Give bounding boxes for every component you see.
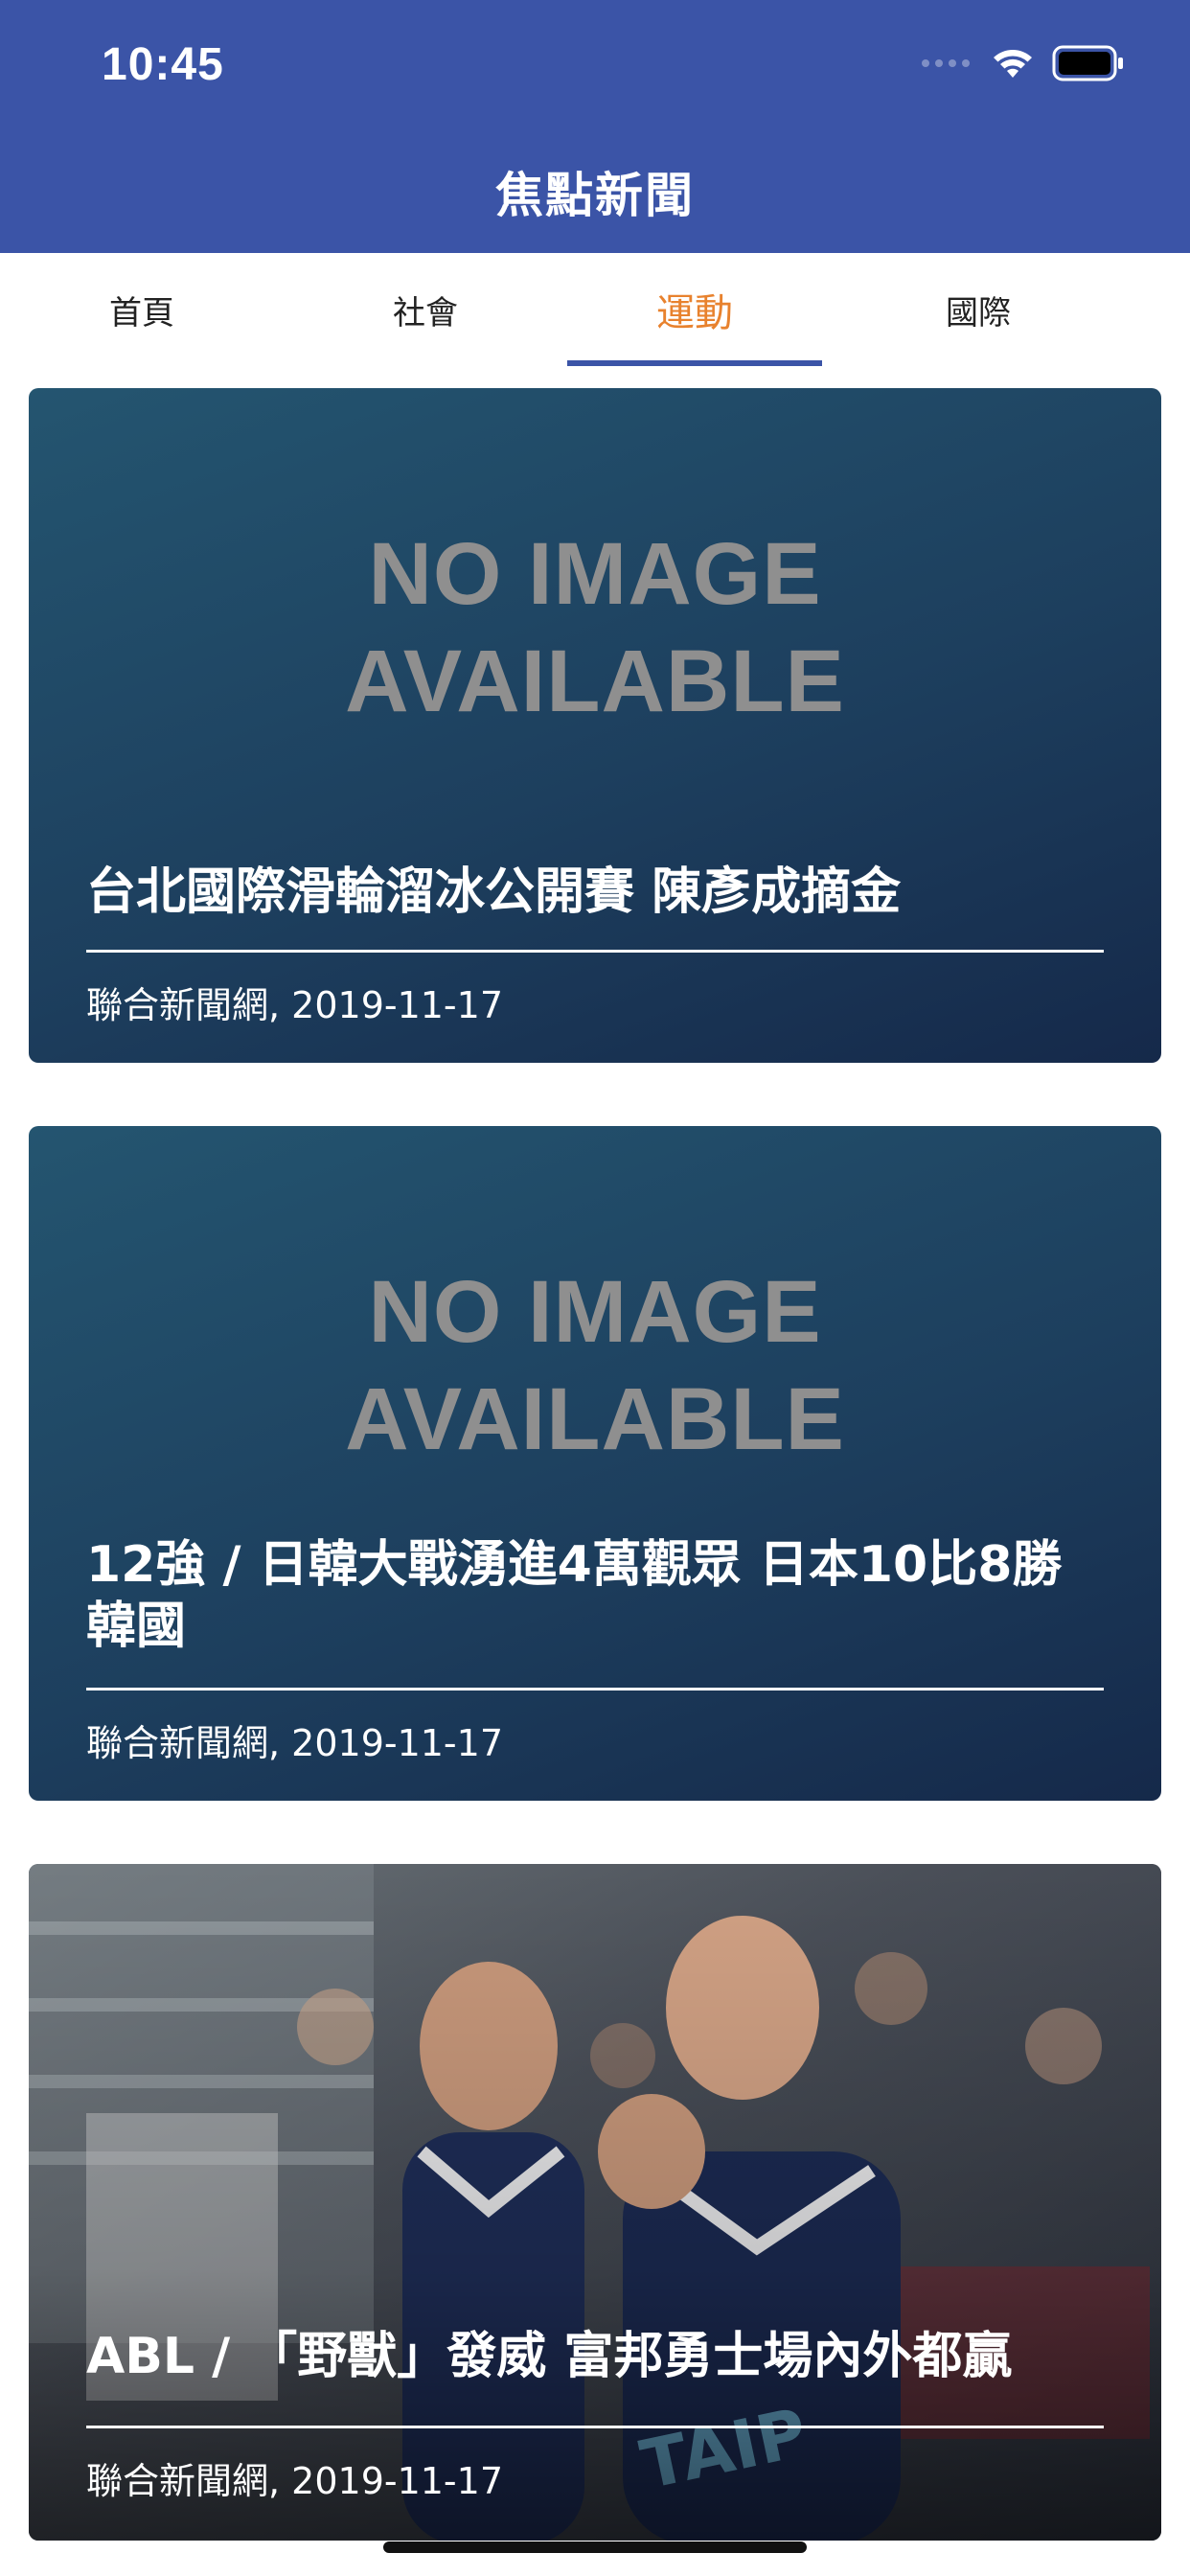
- placeholder-line: AVAILABLE: [345, 632, 845, 730]
- card-divider: [86, 1688, 1104, 1690]
- no-image-placeholder: NO IMAGE AVAILABLE: [29, 520, 1161, 735]
- tab-society[interactable]: 社會: [284, 253, 567, 366]
- home-indicator[interactable]: [383, 2542, 807, 2553]
- no-image-placeholder: NO IMAGE AVAILABLE: [29, 1258, 1161, 1473]
- placeholder-line: NO IMAGE: [368, 525, 822, 623]
- card-divider: [86, 2426, 1104, 2428]
- battery-icon: [1052, 45, 1123, 81]
- news-title: ABL / 「野獸」發威 富邦勇士場內外都贏: [86, 2328, 1013, 2385]
- news-card[interactable]: TAIP ABL / 「野獸」發威 富邦勇士場內外都贏 聯合新聞網, 2019-…: [29, 1864, 1161, 2541]
- navigation-bar: 10:45 焦點新聞: [0, 0, 1190, 253]
- news-title: 台北國際滑輪溜冰公開賽 陳彥成摘金: [86, 863, 902, 921]
- news-source-date: 聯合新聞網, 2019-11-17: [86, 2460, 503, 2502]
- news-card[interactable]: NO IMAGE AVAILABLE 台北國際滑輪溜冰公開賽 陳彥成摘金 聯合新…: [29, 388, 1161, 1063]
- status-icons: [922, 42, 1125, 84]
- cellular-signal-icon: [922, 59, 970, 67]
- news-photo: TAIP: [29, 1864, 1161, 2541]
- placeholder-line: AVAILABLE: [345, 1370, 845, 1468]
- news-source-date: 聯合新聞網, 2019-11-17: [86, 1722, 503, 1764]
- page-title: 焦點新聞: [495, 168, 695, 223]
- tab-sports[interactable]: 運動: [553, 253, 836, 366]
- card-divider: [86, 950, 1104, 953]
- status-time: 10:45: [102, 39, 224, 90]
- placeholder-line: NO IMAGE: [368, 1263, 822, 1361]
- news-source-date: 聯合新聞網, 2019-11-17: [86, 984, 503, 1026]
- tab-international[interactable]: 國際: [836, 253, 1120, 366]
- news-card[interactable]: NO IMAGE AVAILABLE 12強 / 日韓大戰湧進4萬觀眾 日本10…: [29, 1126, 1161, 1801]
- wifi-icon: [994, 50, 1032, 78]
- category-tabs: 首頁 社會 運動 國際: [0, 253, 1190, 366]
- news-title: 12強 / 日韓大戰湧進4萬觀眾 日本10比8勝韓國: [86, 1536, 1063, 1655]
- tab-home[interactable]: 首頁: [0, 253, 284, 366]
- active-tab-indicator: [567, 360, 822, 366]
